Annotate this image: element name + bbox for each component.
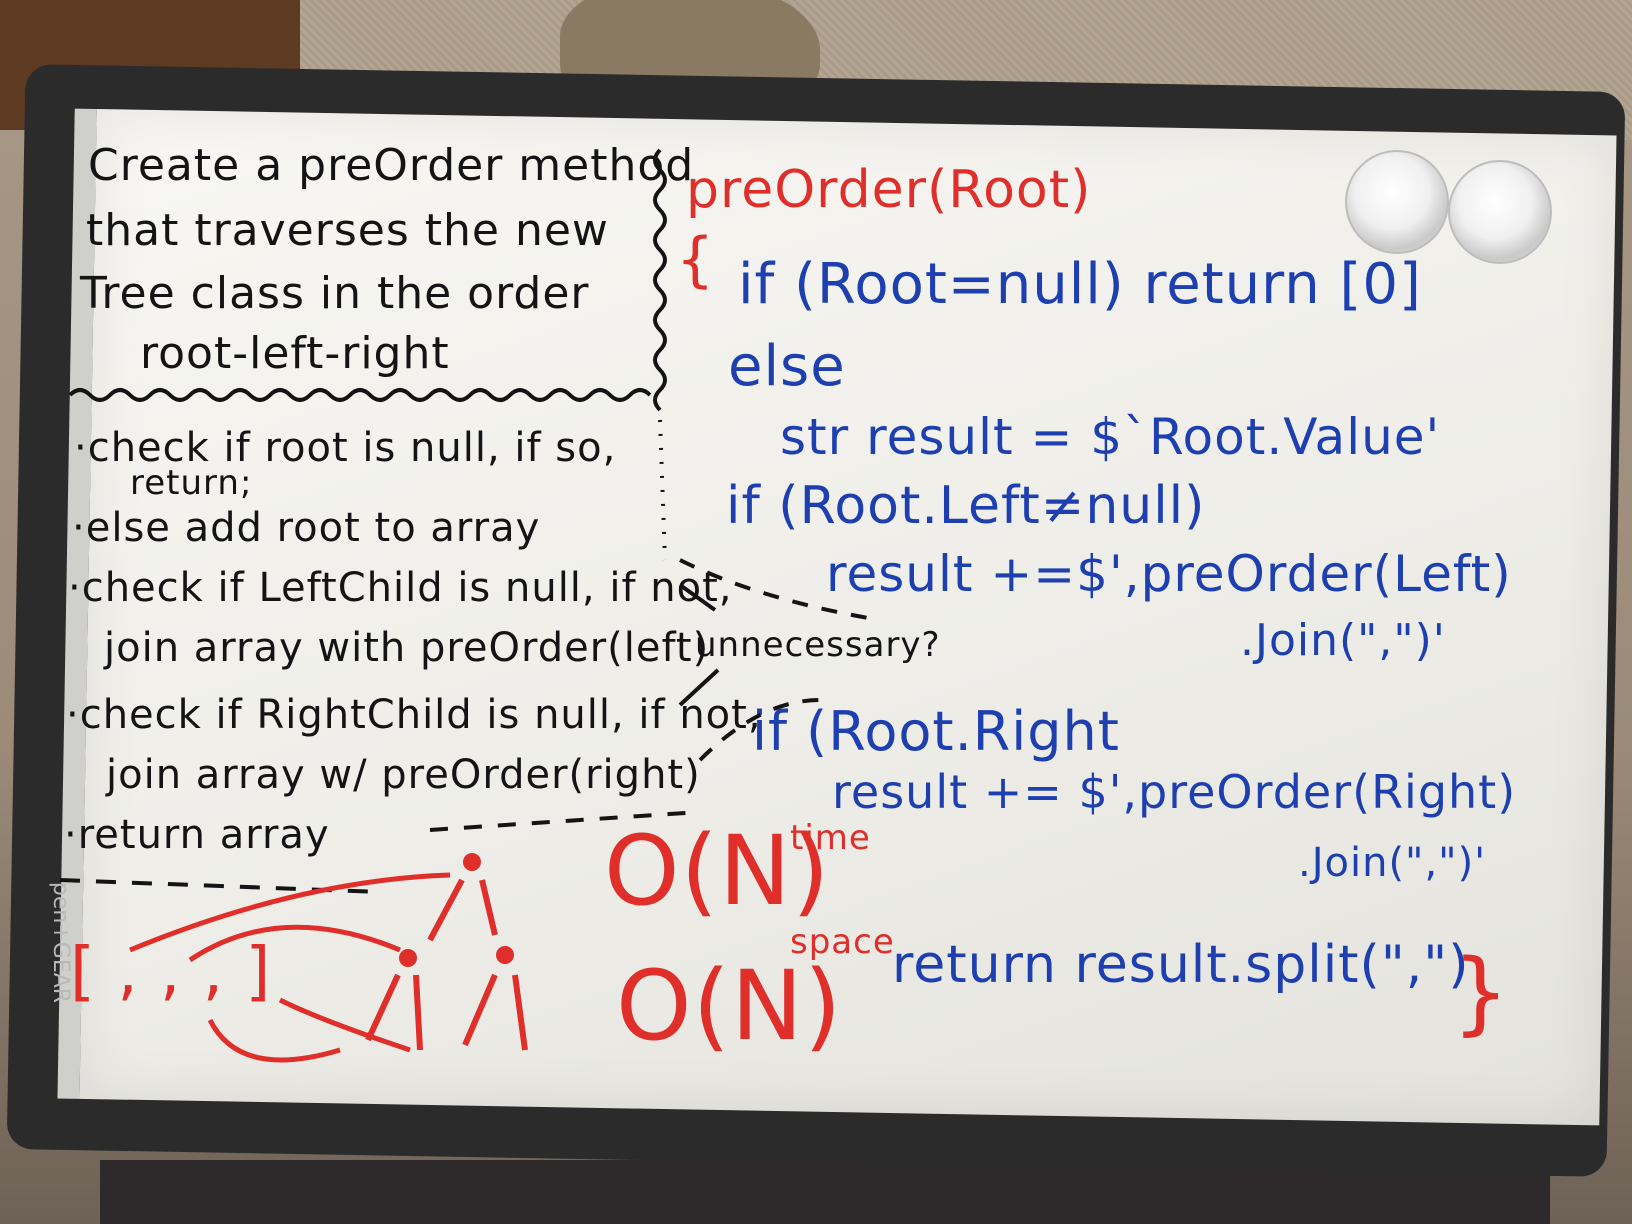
marker-strokes [59, 148, 881, 1063]
tree-arrow-4 [278, 997, 411, 1053]
dashed-line-under-steps [429, 810, 701, 832]
dashed-line-mid [698, 698, 821, 762]
dotted-vertical [658, 419, 667, 561]
dashed-line-left [679, 558, 881, 622]
tree-root-node [463, 853, 481, 871]
wavy-divider [68, 388, 652, 402]
tree-arrow-3 [207, 1018, 341, 1063]
tree-right-node [496, 946, 514, 964]
tree-arrow-2 [188, 924, 401, 963]
tree-edges [365, 878, 528, 1051]
wavy-vertical-divider [653, 148, 667, 412]
note-pointer-bottom [678, 668, 720, 707]
tree-left-node [399, 949, 417, 967]
note-pointer-top [678, 583, 717, 612]
